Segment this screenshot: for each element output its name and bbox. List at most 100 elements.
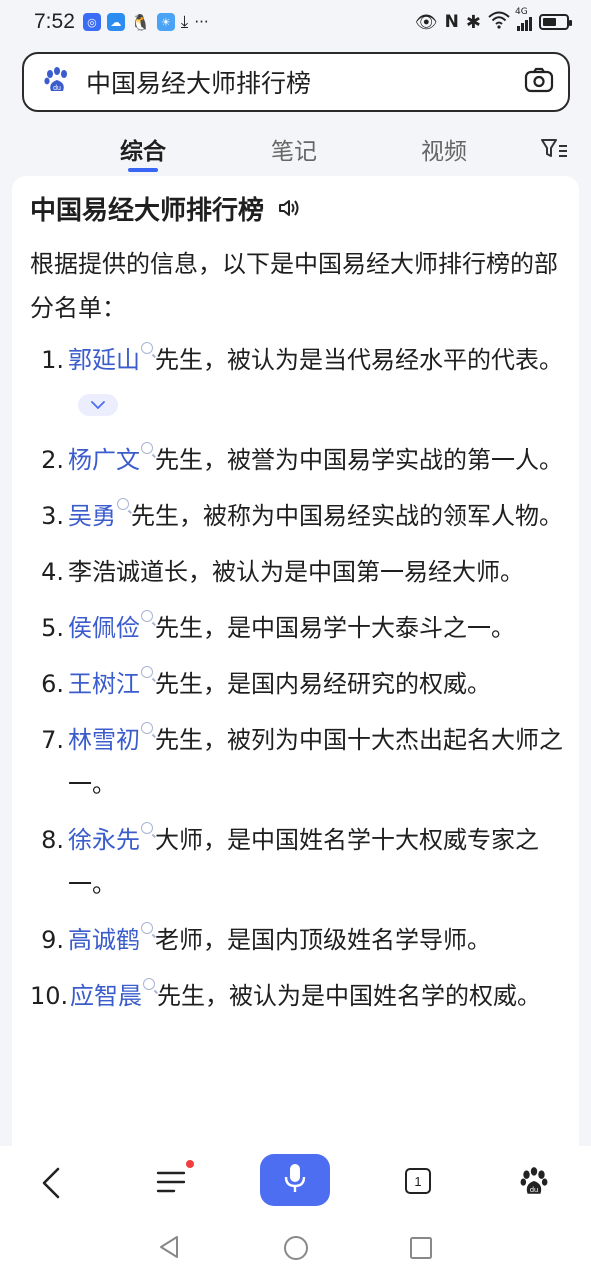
person-name-link[interactable]: 杨广文 — [68, 446, 140, 474]
voice-search-button[interactable] — [260, 1154, 330, 1206]
weather-notification-icon: ☀ — [156, 13, 175, 31]
list-number: 4. — [41, 558, 64, 586]
list-item-text: 先生，被誉为中国易学实战的第一人。 — [155, 446, 563, 474]
list-item-body: 吴勇 先生，被称为中国易经实战的领军人物。 — [66, 494, 565, 538]
search-hint-icon[interactable] — [141, 722, 153, 734]
tab-comprehensive[interactable]: 综合 — [120, 132, 166, 166]
search-hint-icon[interactable] — [141, 822, 153, 834]
list-item: 8. 徐永先 大师，是中国姓名学十大权威专家之一。 — [30, 818, 565, 906]
list-number: 7. — [41, 726, 64, 754]
svg-text:du: du — [530, 1185, 538, 1194]
list-number: 9. — [41, 926, 64, 954]
cloud-notification-icon: ☁ — [106, 13, 125, 31]
bluetooth-icon: ✱ — [465, 11, 481, 33]
list-item-text: ，被认为是中国第一易经大师。 — [188, 558, 524, 586]
person-name-link[interactable]: 徐永先 — [68, 826, 140, 854]
baidu-home-icon[interactable]: du — [518, 1164, 550, 1198]
list-item: 7. 林雪初 先生，被列为中国十大杰出起名大师之一。 — [30, 718, 565, 806]
search-hint-icon[interactable] — [141, 610, 153, 622]
app-notification-icon: ◎ — [82, 13, 101, 31]
person-name-link[interactable]: 郭延山 — [68, 346, 140, 374]
list-number: 10. — [30, 982, 69, 1010]
wifi-icon — [488, 11, 510, 34]
microphone-icon — [284, 1163, 306, 1197]
list-item: 3. 吴勇 先生，被称为中国易经实战的领军人物。 — [30, 494, 565, 538]
answer-intro: 根据提供的信息，以下是中国易经大师排行榜的部分名单： — [30, 250, 558, 322]
list-item: 10. 应智晨 先生，被认为是中国姓名学的权威。 — [30, 974, 565, 1018]
list-number: 6. — [41, 670, 64, 698]
person-name-link[interactable]: 林雪初 — [68, 726, 140, 754]
list-item-text: 先生，是中国易学十大泰斗之一。 — [155, 614, 515, 642]
filter-icon[interactable] — [540, 138, 568, 160]
list-number: 2. — [41, 446, 64, 474]
search-hint-icon[interactable] — [141, 922, 153, 934]
search-hint-icon[interactable] — [141, 442, 153, 454]
notification-dot — [186, 1160, 194, 1168]
list-number: 5. — [41, 614, 64, 642]
person-name-link[interactable]: 王树江 — [68, 670, 140, 698]
back-arrow-icon[interactable] — [40, 1166, 62, 1200]
battery-icon — [539, 14, 572, 30]
list-item-text: 先生，被认为是中国姓名学的权威。 — [157, 982, 541, 1010]
search-bar[interactable]: du 中国易经大师排行榜 — [22, 52, 570, 112]
person-name: 李浩诚道长 — [68, 558, 188, 586]
list-item-body: 侯佩俭 先生，是中国易学十大泰斗之一。 — [66, 606, 565, 650]
list-item-text: 老师，是国内顶级姓名学导师。 — [155, 926, 491, 954]
system-nav-bar — [0, 1220, 591, 1280]
system-recents-icon[interactable] — [409, 1236, 433, 1260]
list-number: 8. — [41, 826, 64, 854]
list-number: 3. — [41, 502, 64, 530]
download-notification-icon: ⤓ — [180, 12, 189, 32]
battery-level — [543, 18, 557, 26]
person-name-link[interactable]: 侯佩俭 — [68, 614, 140, 642]
search-hint-icon[interactable] — [117, 498, 129, 510]
person-name-link[interactable]: 高诚鹤 — [68, 926, 140, 954]
menu-icon[interactable] — [156, 1160, 194, 1196]
speaker-icon[interactable] — [278, 198, 300, 218]
list-item: 6. 王树江 先生，是国内易经研究的权威。 — [30, 662, 565, 706]
system-home-icon[interactable] — [283, 1235, 309, 1261]
network-type-label: 4G — [515, 7, 528, 17]
status-time: 7:52 — [34, 10, 75, 33]
list-item-body: 郭延山 先生，被认为是当代易经水平的代表。 — [66, 338, 565, 426]
search-tabs: 综合 笔记 视频 — [0, 124, 591, 176]
qq-notification-icon: 🐧 — [130, 12, 151, 32]
svg-text:du: du — [53, 85, 61, 92]
nfc-icon: N — [444, 12, 459, 32]
search-input[interactable]: 中国易经大师排行榜 — [86, 64, 524, 100]
chevron-down-icon — [91, 401, 105, 409]
status-bar: 7:52 ◎ ☁ 🐧 ☀ ⤓ ··· 👁 N ✱ 4G — [0, 0, 591, 44]
list-item: 4. 李浩诚道长，被认为是中国第一易经大师。 — [30, 550, 565, 594]
list-item-body: 应智晨 先生，被认为是中国姓名学的权威。 — [68, 974, 565, 1018]
list-item-body: 高诚鹤 老师，是国内顶级姓名学导师。 — [66, 918, 565, 962]
tab-videos[interactable]: 视频 — [421, 132, 467, 166]
search-hint-icon[interactable] — [141, 666, 153, 678]
list-item-text: 先生，被称为中国易经实战的领军人物。 — [131, 502, 563, 530]
camera-icon[interactable] — [524, 67, 554, 97]
ai-answer-card: 中国易经大师排行榜 根据提供的信息，以下是中国易经大师排行榜的部分名单： 1. 郭… — [12, 176, 579, 1146]
system-back-icon[interactable] — [158, 1235, 180, 1259]
list-item-body: 林雪初 先生，被列为中国十大杰出起名大师之一。 — [66, 718, 565, 806]
list-item: 9. 高诚鹤 老师，是国内顶级姓名学导师。 — [30, 918, 565, 962]
active-tab-indicator — [128, 168, 158, 172]
notification-icons: ◎ ☁ 🐧 ☀ ⤓ ··· — [82, 12, 209, 32]
person-name-link[interactable]: 应智晨 — [70, 982, 142, 1010]
cell-signal-icon: 4G — [515, 7, 532, 31]
tab-notes[interactable]: 笔记 — [271, 132, 317, 166]
person-name-link[interactable]: 吴勇 — [68, 502, 116, 530]
list-item-body: 徐永先 大师，是中国姓名学十大权威专家之一。 — [66, 818, 565, 906]
search-hint-icon[interactable] — [141, 342, 153, 354]
baidu-paw-icon: du — [42, 65, 72, 99]
list-item-text: 先生，被列为中国十大杰出起名大师之一。 — [68, 726, 563, 798]
list-item-body: 王树江 先生，是国内易经研究的权威。 — [66, 662, 565, 706]
master-list: 1. 郭延山 先生，被认为是当代易经水平的代表。 2. 杨广文 先生，被誉为中国易学实战的… — [30, 338, 565, 1018]
search-hint-icon[interactable] — [143, 978, 155, 990]
list-item-text: 先生，被认为是当代易经水平的代表。 — [155, 346, 563, 374]
expand-chevron-button[interactable] — [78, 394, 118, 416]
tab-count: 1 — [405, 1168, 431, 1194]
list-item: 2. 杨广文 先生，被誉为中国易学实战的第一人。 — [30, 438, 565, 482]
tabs-button[interactable]: 1 — [405, 1168, 431, 1194]
list-item-body: 李浩诚道长，被认为是中国第一易经大师。 — [66, 550, 565, 594]
bottom-nav: 1 du — [0, 1146, 591, 1220]
list-item: 5. 侯佩俭 先生，是中国易学十大泰斗之一。 — [30, 606, 565, 650]
